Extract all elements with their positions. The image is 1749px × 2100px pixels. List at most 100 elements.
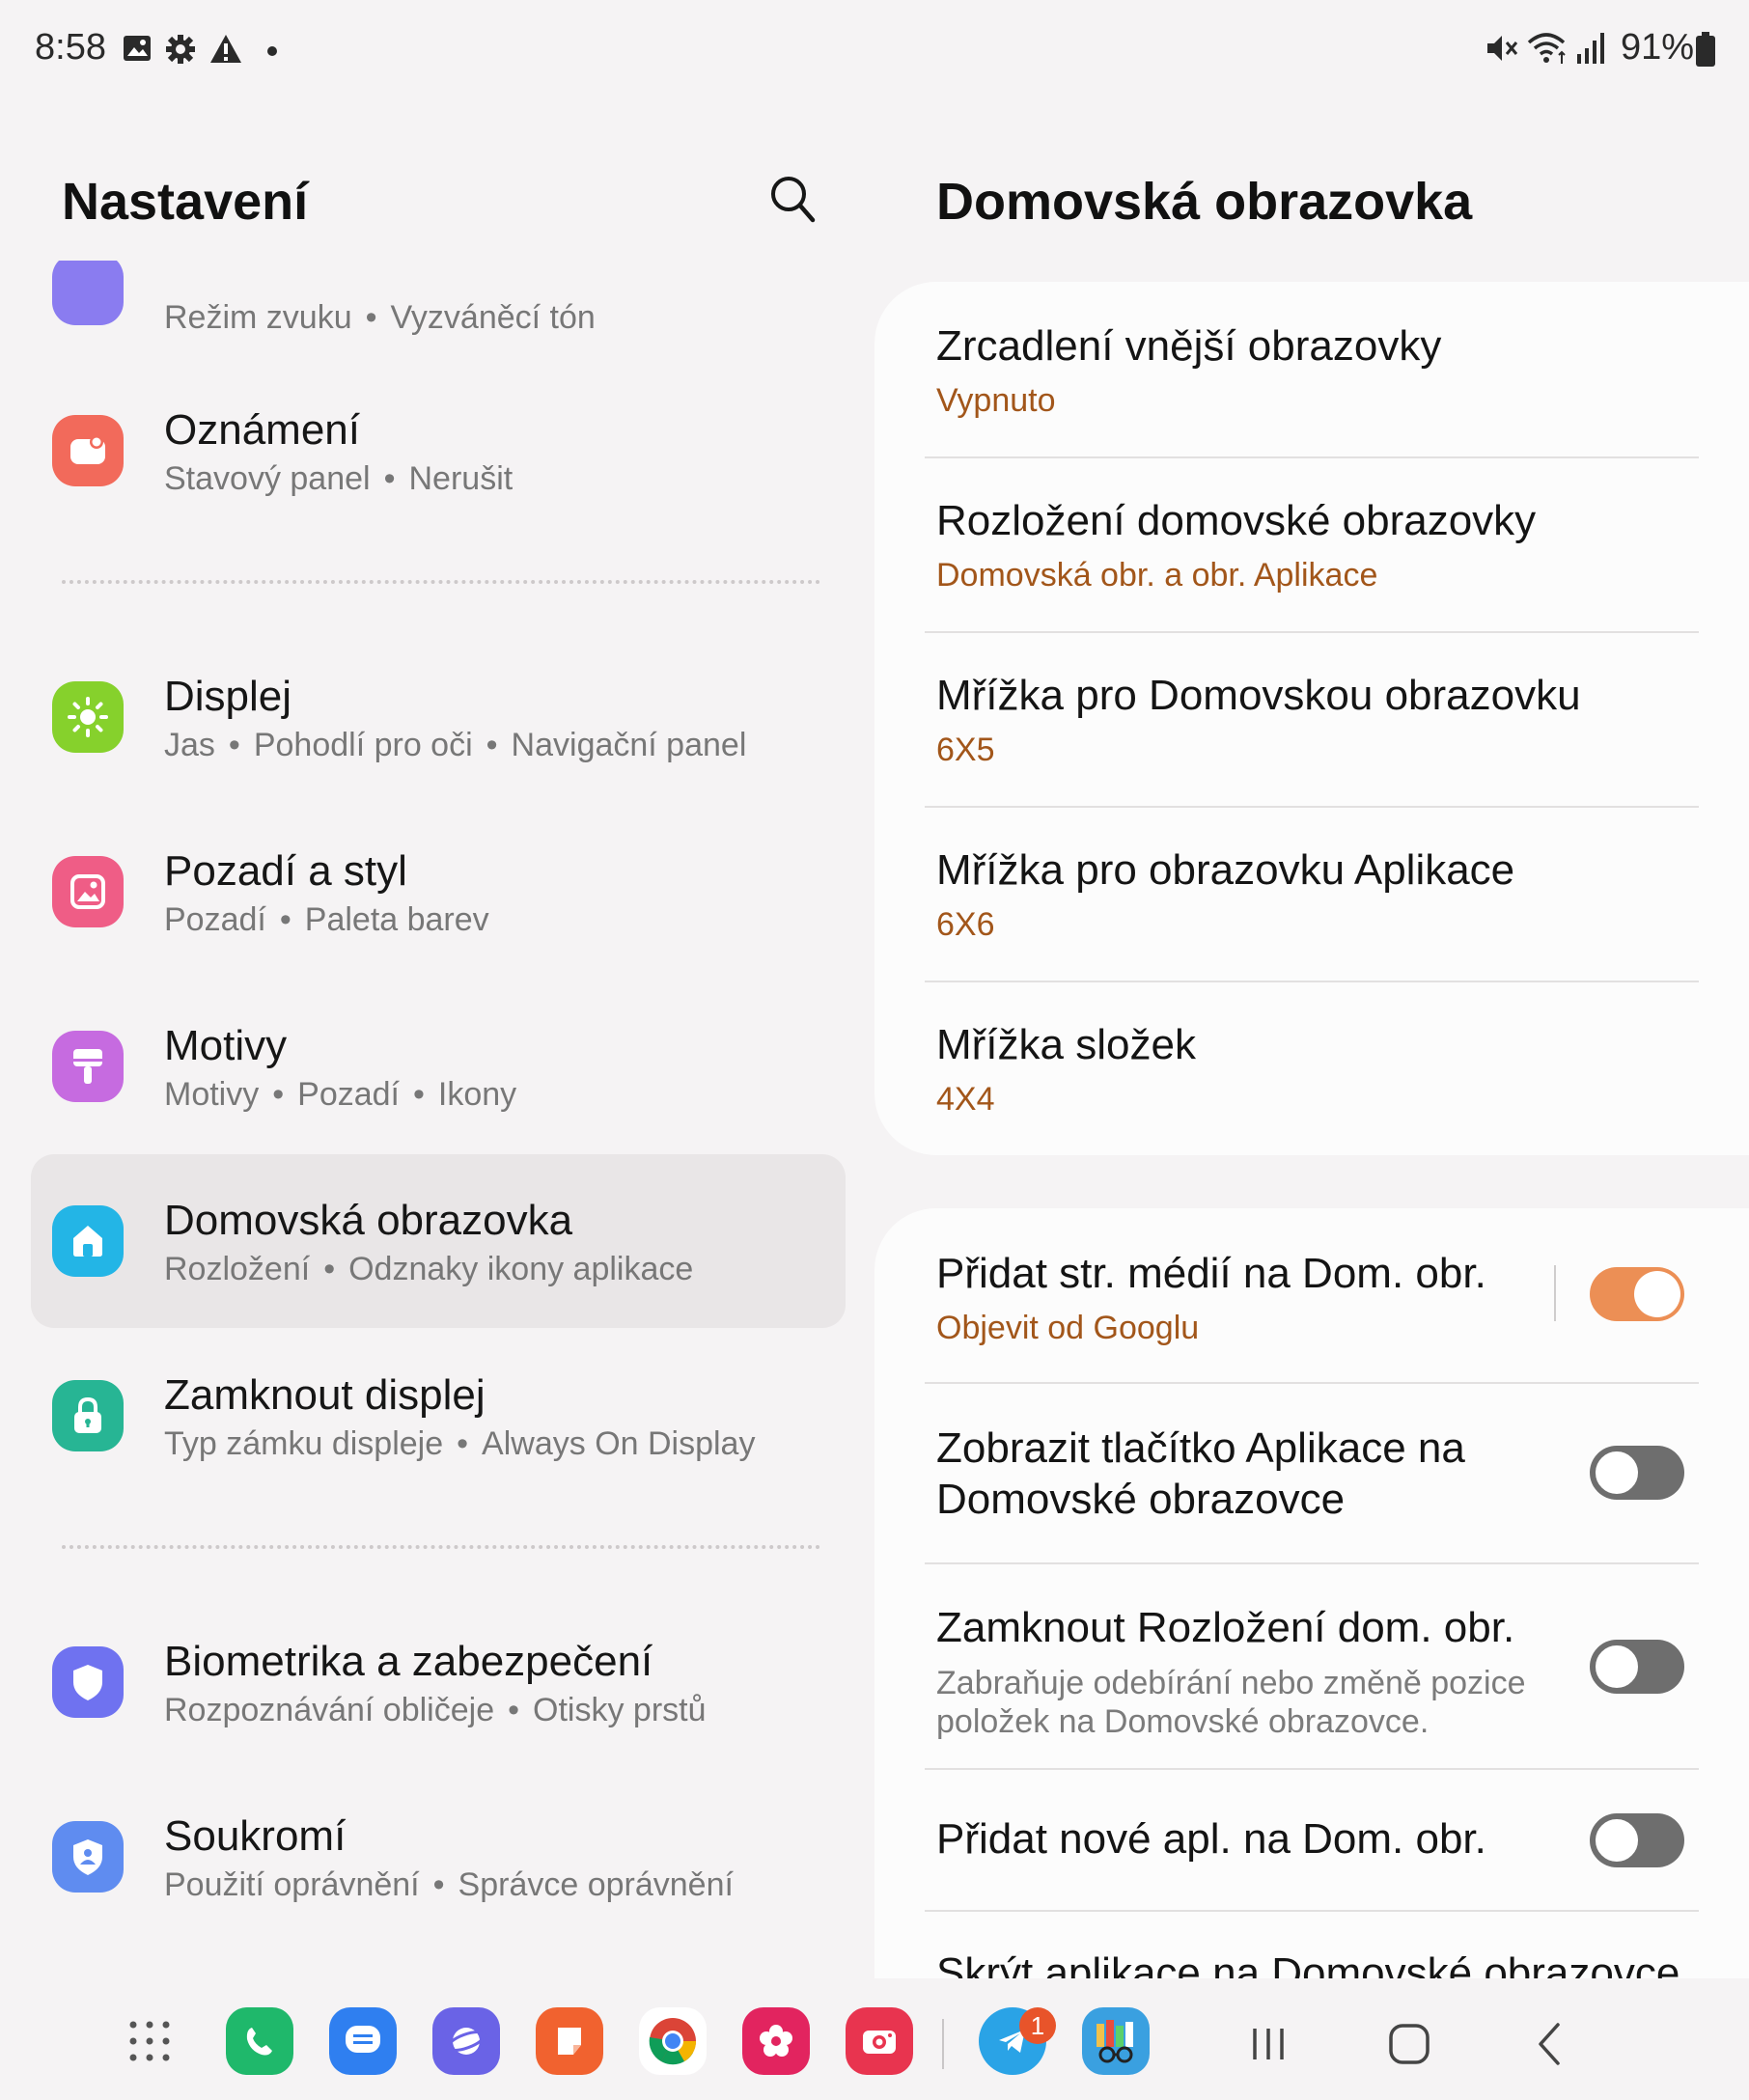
mute-icon [1485,31,1519,70]
notification-icon [52,415,124,486]
status-bar: 8:58 91% [0,0,1749,106]
setting-title: Přidat nové apl. na Dom. obr. [936,1815,1486,1863]
dot-icon [266,44,278,62]
setting-mirror-cover-screen[interactable]: Zrcadlení vnější obrazovky Vypnuto [874,282,1749,456]
settings-item-title: Displej [164,673,292,720]
settings-item-privacy[interactable]: Soukromí Použití oprávnění • Správce opráv… [31,1770,846,1944]
section-divider [62,1545,820,1549]
dock-separator [942,2019,944,2069]
detail-title: Domovská obrazovka [936,173,1473,231]
settings-item-subtitle: Motivy • Pozadí • Ikony [164,1076,517,1113]
lock-layout-toggle[interactable] [1590,1640,1684,1694]
shield-icon [52,1646,124,1718]
setting-title: Přidat str. médií na Dom. obr. [936,1250,1486,1297]
setting-show-apps-button[interactable]: Zobrazit tlačítko Aplikace na Domovské o… [874,1383,1749,1562]
setting-value: Domovská obr. a obr. Aplikace [936,557,1378,594]
add-new-apps-toggle[interactable] [1590,1813,1684,1867]
status-time: 8:58 [35,27,106,68]
taskbar: 1 [0,1978,1749,2100]
setting-title: Skrýt aplikace na Domovské obrazovce [936,1949,1680,1978]
bookshelf-app-icon[interactable] [1082,2007,1150,2075]
settings-item-title: Oznámení [164,406,360,454]
brush-icon [52,1031,124,1102]
settings-item-subtitle: Použití oprávnění • Správce oprávnění [164,1866,734,1903]
settings-item-display[interactable]: Displej Jas • Pohodlí pro oči • Navigační pa… [31,630,846,804]
battery-percent: 91% [1621,27,1695,68]
setting-title: Zobrazit tlačítko Aplikace na [936,1424,1465,1472]
setting-lock-home-layout[interactable]: Zamknout Rozložení dom. obr. Zabraňuje o… [874,1563,1749,1768]
home-nav-icon[interactable] [1380,2015,1438,2073]
sun-icon [52,681,124,753]
setting-hide-apps[interactable]: Skrýt aplikace na Domovské obrazovce [874,1911,1749,1978]
settings-item-title: Zamknout displej [164,1371,486,1419]
setting-title: Zamknout Rozložení dom. obr. [936,1604,1515,1651]
settings-item-title: Motivy [164,1022,288,1069]
settings-item-home-screen[interactable]: Domovská obrazovka Rozložení • Odznaky iko… [31,1154,846,1328]
app-drawer-icon[interactable] [116,2007,183,2075]
settings-item-themes[interactable]: Motivy Motivy • Pozadí • Ikony [31,980,846,1153]
recents-icon[interactable] [1239,2015,1297,2073]
setting-description: Zabraňuje odebírání nebo změně pozice pol… [936,1665,1526,1740]
search-icon [771,177,816,223]
setting-value: 6X6 [936,906,995,943]
setting-value: 6X5 [936,732,995,768]
settings-item-title: Pozadí a styl [164,847,407,895]
setting-value: Vypnuto [936,382,1056,419]
setting-folder-grid[interactable]: Mřížka složek 4X4 [874,981,1749,1155]
phone-app-icon[interactable] [226,2007,293,2075]
lock-icon [52,1380,124,1451]
setting-title-line2: Domovské obrazovce [936,1476,1346,1523]
notes-app-icon[interactable] [536,2007,603,2075]
gear-icon [164,33,197,70]
gallery-app-icon[interactable] [742,2007,810,2075]
camera-app-icon[interactable] [846,2007,913,2075]
signal-icon [1575,31,1608,70]
settings-item-title: Biometrika a zabezpečení [164,1638,653,1685]
apps-button-toggle[interactable] [1590,1446,1684,1500]
setting-title: Mřížka složek [936,1021,1196,1068]
messages-app-icon[interactable] [329,2007,397,2075]
settings-item-title: Domovská obrazovka [164,1197,573,1244]
settings-item-notifications[interactable]: Oznámení Stavový panel • Nerušit [31,364,846,538]
internet-app-icon[interactable] [432,2007,500,2075]
setting-title: Mřížka pro obrazovku Aplikace [936,846,1515,894]
section-divider [62,580,820,584]
settings-item-subtitle: Typ zámku displeje • Always On Display [164,1425,756,1462]
settings-item-subtitle: Rozpoznávání obličeje • Otisky prstů [164,1692,707,1728]
page-title: Nastavení [62,173,309,231]
settings-item-subtitle: Stavový panel • Nerušit [164,460,514,497]
sound-icon [52,261,124,325]
settings-item-subtitle: Režim zvuku • Vyzváněcí tón [164,299,596,336]
media-page-toggle[interactable] [1590,1267,1684,1321]
privacy-icon [52,1821,124,1893]
row-separator [1554,1265,1556,1321]
setting-apps-screen-grid[interactable]: Mřížka pro obrazovku Aplikace 6X6 [874,807,1749,981]
settings-item-subtitle: Jas • Pohodlí pro oči • Navigační panel [164,727,747,763]
setting-title: Zrcadlení vnější obrazovky [936,322,1442,370]
image-icon [122,33,153,69]
settings-item-biometrics[interactable]: Biometrika a zabezpečení Rozpoznávání ob… [31,1595,846,1769]
setting-title: Mřížka pro Domovskou obrazovku [936,672,1581,719]
home-icon [52,1205,124,1277]
settings-item-title: Soukromí [164,1812,347,1860]
back-icon[interactable] [1521,2015,1579,2073]
settings-item-subtitle: Pozadí • Paleta barev [164,901,489,938]
warning-icon [208,33,243,70]
search-button[interactable] [768,174,817,226]
setting-title: Rozložení domovské obrazovky [936,497,1537,544]
setting-home-screen-layout[interactable]: Rozložení domovské obrazovky Domovská ob… [874,457,1749,631]
wallpaper-icon [52,856,124,927]
setting-add-new-apps[interactable]: Přidat nové apl. na Dom. obr. [874,1769,1749,1910]
setting-value: Objevit od Googlu [936,1310,1200,1346]
home-screen-options-card: Přidat str. médií na Dom. obr. Objevit o… [874,1208,1749,1978]
settings-item-lock-screen[interactable]: Zamknout displej Typ zámku displeje • Alwa… [31,1329,846,1503]
settings-list: Režim zvuku • Vyzváněcí tón Oznámení Stavo… [0,261,849,1949]
setting-value: 4X4 [936,1081,995,1118]
setting-add-media-page[interactable]: Přidat str. médií na Dom. obr. Objevit o… [874,1208,1749,1382]
battery-icon [1695,31,1716,72]
settings-item-wallpaper[interactable]: Pozadí a styl Pozadí • Paleta barev [31,805,846,979]
settings-item-subtitle: Rozložení • Odznaky ikony aplikace [164,1251,694,1287]
setting-home-screen-grid[interactable]: Mřížka pro Domovskou obrazovku 6X5 [874,632,1749,806]
settings-item-sounds[interactable]: Režim zvuku • Vyzváněcí tón [31,261,846,376]
chrome-app-icon[interactable] [639,2007,707,2075]
